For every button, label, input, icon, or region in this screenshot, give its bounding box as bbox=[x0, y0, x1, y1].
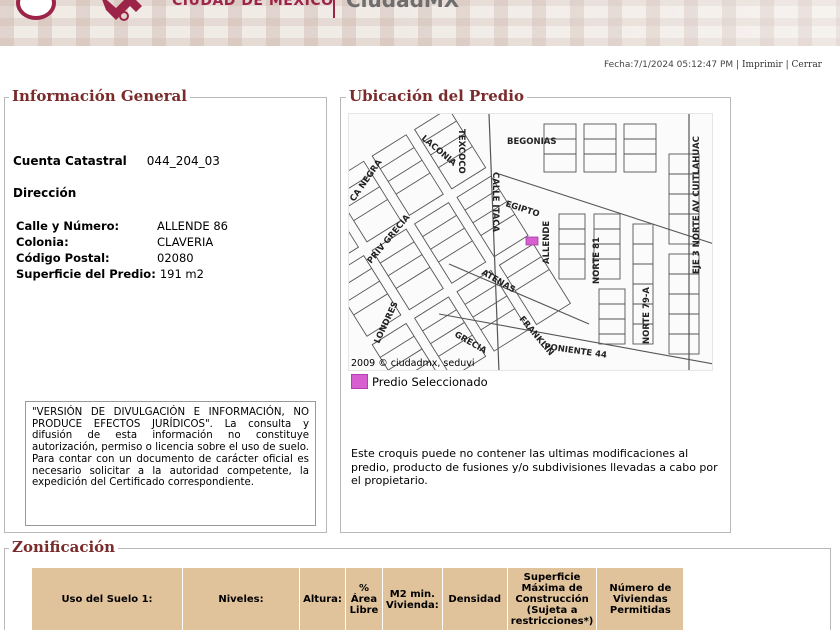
col-density: Densidad bbox=[442, 568, 507, 630]
col-free-area: % Área Libre bbox=[346, 568, 382, 630]
address-title: Dirección bbox=[13, 186, 77, 200]
map-label-allende: ALLENDE bbox=[542, 221, 552, 264]
cdmx-logo bbox=[102, 0, 142, 21]
col-levels: Niveles: bbox=[183, 568, 299, 630]
col-dwellings-allowed: Número de Viviendas Permitidas bbox=[597, 568, 684, 630]
zoning-title: Zonificación bbox=[9, 538, 119, 556]
street-label: Calle y Número: bbox=[16, 219, 120, 233]
general-info-panel: Información General Cuenta Catastral 044_… bbox=[4, 87, 327, 533]
selected-parcel[interactable] bbox=[525, 236, 539, 246]
postal-code-label: Código Postal: bbox=[16, 251, 110, 265]
disclaimer-box: "VERSIÓN DE DIVULGACIÓN E INFORMACIÓN, N… bbox=[25, 401, 316, 526]
zoning-panel: Zonificación Uso del Suelo 1: Niveles: A… bbox=[4, 538, 831, 630]
street-value: ALLENDE 86 bbox=[157, 219, 228, 233]
map-drawing: LACONIA TEXCOCO BEGONIAS CA NEGRA CALLE … bbox=[349, 114, 712, 370]
postal-code-value: 02080 bbox=[157, 251, 194, 265]
cadastral-account: Cuenta Catastral 044_204_03 bbox=[13, 154, 220, 168]
neighborhood-label: Colonia: bbox=[16, 235, 69, 249]
map-legend: Predio Seleccionado bbox=[351, 374, 488, 389]
neighborhood-value: CLAVERIA bbox=[157, 235, 214, 249]
map-label-eje-3: EJE 3 NORTE AV CUITLAHUAC bbox=[692, 136, 702, 274]
col-land-use: Uso del Suelo 1: bbox=[32, 568, 182, 630]
zoning-table: Uso del Suelo 1: Niveles: Altura: % Área… bbox=[31, 567, 685, 630]
cadastral-account-value: 044_204_03 bbox=[146, 154, 220, 168]
government-seal-logo bbox=[16, 0, 56, 20]
general-info-title: Información General bbox=[9, 87, 190, 105]
map-label-laconia: LACONIA bbox=[419, 134, 458, 169]
map-credit: 2009 © ciudadmx, seduvi bbox=[351, 358, 475, 369]
app-name: CiudadMX bbox=[346, 0, 460, 12]
date-toolbar: Fecha:7/1/2024 05:12:47 PM | Imprimir | … bbox=[603, 60, 823, 70]
legend-label: Predio Seleccionado bbox=[372, 374, 488, 389]
map-label-begonias: BEGONIAS bbox=[507, 137, 556, 147]
zoning-table-header: Uso del Suelo 1: Niveles: Altura: % Área… bbox=[32, 568, 684, 630]
lot-area-label: Superficie del Predio: bbox=[16, 267, 156, 281]
cadastral-account-label: Cuenta Catastral bbox=[13, 154, 127, 168]
col-max-construction: Superficie Máxima de Construcción (Sujet… bbox=[507, 568, 597, 630]
map-disclaimer: Este croquis puede no contener las ultim… bbox=[351, 447, 718, 487]
close-link[interactable]: Cerrar bbox=[792, 60, 823, 70]
map-label-norte-79a: NORTE 79-A bbox=[642, 287, 652, 344]
location-panel: Ubicación del Predio LACONIA TEXCOCO BEG… bbox=[340, 87, 731, 533]
map-label-ca-negra: CA NEGRA bbox=[349, 158, 385, 204]
legend-swatch bbox=[351, 374, 368, 389]
map-label-atenas: ATENAS bbox=[480, 268, 517, 295]
date-label: Fecha: bbox=[603, 60, 634, 70]
col-min-dwelling: M2 min. Vivienda: bbox=[383, 568, 442, 630]
col-height: Altura: bbox=[300, 568, 345, 630]
header-banner: CIUDAD DE MÉXICO CiudadMX bbox=[0, 0, 840, 46]
date-value: 7/1/2024 05:12:47 PM bbox=[633, 60, 734, 70]
map-label-poniente-44: PONIENTE 44 bbox=[544, 342, 608, 361]
city-name: CIUDAD DE MÉXICO bbox=[172, 0, 334, 9]
address-block: Calle y Número: ALLENDE 86 Colonia: CLAVER… bbox=[16, 218, 228, 282]
lot-area-value: 191 m2 bbox=[159, 267, 204, 281]
map-label-londres: LONDRES bbox=[373, 300, 401, 345]
location-title: Ubicación del Predio bbox=[346, 87, 527, 105]
map-label-texcoco: TEXCOCO bbox=[456, 129, 466, 174]
map-label-egipto: EGIPTO bbox=[504, 199, 541, 219]
print-link[interactable]: Imprimir bbox=[742, 60, 783, 70]
map-label-calle-itaca: CALLE ITACA bbox=[490, 172, 500, 233]
location-map[interactable]: LACONIA TEXCOCO BEGONIAS CA NEGRA CALLE … bbox=[348, 113, 713, 371]
map-label-norte-81: NORTE 81 bbox=[592, 237, 602, 284]
